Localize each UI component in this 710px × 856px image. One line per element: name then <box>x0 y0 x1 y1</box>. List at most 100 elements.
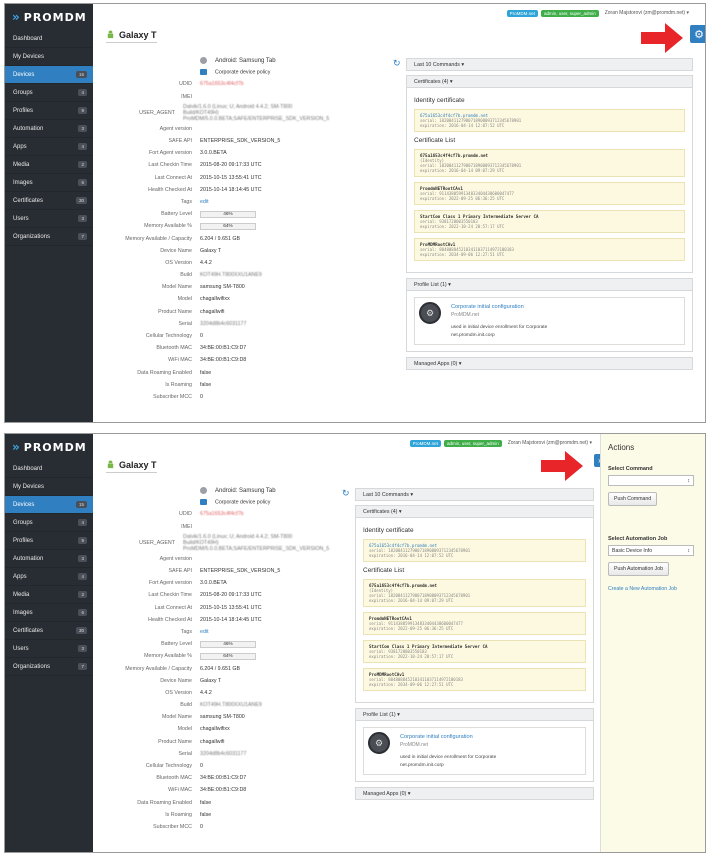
detail-row: USER_AGENT Dalvik/1.6.0 (Linux; U; Androi… <box>93 103 329 123</box>
detail-value: 0 <box>200 393 203 400</box>
certificates-accordion[interactable]: Certificates (4) ▾ <box>355 505 594 518</box>
sidebar-item-devices[interactable]: Devices 15 <box>5 66 93 84</box>
push-job-button[interactable]: Push Automation Job <box>608 562 670 576</box>
detail-label: Build <box>180 702 192 709</box>
sidebar-item-apps[interactable]: Apps 4 <box>5 138 93 156</box>
sidebar-item-automation[interactable]: Automation 3 <box>5 550 93 568</box>
cert-expiration: expiration: 2022-10-24 20:57:17 UTC <box>369 654 454 659</box>
detail-row: Device Name Galaxy T <box>93 675 293 687</box>
sidebar-item-count: 3 <box>78 125 87 132</box>
sidebar-item-count: 30 <box>75 197 87 204</box>
create-job-link[interactable]: Create a New Automation Job <box>608 586 698 592</box>
sidebar-item-devices[interactable]: Devices 15 <box>5 496 93 514</box>
detail-row: Subscriber MCC 0 <box>93 391 293 403</box>
sidebar-item-organizations[interactable]: Organizations 7 <box>5 228 93 246</box>
sidebar-item-dashboard[interactable]: Dashboard <box>5 30 93 48</box>
profile-card[interactable]: ⚙ Corporate initial configuration ProMDM.n… <box>363 727 586 775</box>
cert-item: PromdmNETRootCAv1 serial: 911438059913483… <box>414 182 685 205</box>
sidebar-item-count: 3 <box>78 215 87 222</box>
profiles-accordion[interactable]: Profile List (1) ▾ <box>355 708 594 721</box>
profile-info: Corporate initial configuration ProMDM.ne… <box>400 732 540 770</box>
sidebar-item-users[interactable]: Users 3 <box>5 640 93 658</box>
detail-label: Subscriber MCC <box>153 393 192 400</box>
sidebar-item-dashboard[interactable]: Dashboard <box>5 460 93 478</box>
profile-name[interactable]: Corporate initial configuration <box>400 734 540 740</box>
detail-row: Is Roaming false <box>93 809 293 821</box>
edit-tags-link[interactable]: edit <box>200 629 209 635</box>
sidebar-item-organizations[interactable]: Organizations 7 <box>5 658 93 676</box>
detail-row: Battery Level 46% <box>93 208 293 220</box>
cert-item: StartCom Class 1 Primary Intermediate Se… <box>414 210 685 233</box>
briefcase-icon <box>200 69 207 76</box>
sidebar-item-media[interactable]: Media 2 <box>5 586 93 604</box>
sidebar-item-certificates[interactable]: Certificates 30 <box>5 192 93 210</box>
sidebar-item-groups[interactable]: Groups 4 <box>5 84 93 102</box>
refresh-icon[interactable]: ↻ <box>393 58 401 69</box>
sidebar-item-label: My Devices <box>13 483 45 490</box>
edit-tags-link[interactable]: edit <box>200 199 209 205</box>
sidebar-item-profiles[interactable]: Profiles 9 <box>5 532 93 550</box>
sidebar-item-label: Profiles <box>13 537 34 544</box>
sidebar-item-profiles[interactable]: Profiles 9 <box>5 102 93 120</box>
detail-row: Serial 3204d8b4c6031177 <box>93 318 293 330</box>
select-command-dropdown[interactable]: ↕ <box>608 475 694 486</box>
commands-accordion[interactable]: Last 10 Commands ▾ <box>406 58 693 71</box>
sidebar-item-count: 2 <box>78 161 87 168</box>
detail-row: WiFi MAC 34:BE:00:B1:C9:D8 <box>93 354 293 366</box>
sidebar-item-media[interactable]: Media 2 <box>5 156 93 174</box>
detail-value: 6.204 / 9.651 GB <box>200 665 241 672</box>
detail-label: Device Name <box>160 247 192 254</box>
detail-label: Last Connect At <box>154 604 192 611</box>
detail-value: KOT49H.T800XXU1ANE9 <box>200 272 262 279</box>
detail-row: WiFi MAC 34:BE:00:B1:C9:D8 <box>93 784 293 796</box>
profile-org: ProMDM.net <box>400 742 429 748</box>
logo[interactable]: » PROMDM <box>5 434 93 460</box>
logo-mark: » <box>12 440 21 454</box>
logo[interactable]: » PROMDM <box>5 4 93 30</box>
user-name: Zoran Majstorovi (zm@promdm.net) <box>604 10 686 16</box>
managed-apps-accordion[interactable]: Managed Apps (0) ▾ <box>355 787 594 800</box>
detail-row: Last Connect At 2015-10-15 13:55:41 UTC <box>93 602 293 614</box>
sidebar-item-automation[interactable]: Automation 3 <box>5 120 93 138</box>
push-command-button[interactable]: Push Command <box>608 492 658 506</box>
detail-value: 4.4.2 <box>200 689 212 696</box>
sidebar-item-users[interactable]: Users 3 <box>5 210 93 228</box>
detail-label: SAFE API <box>168 138 192 145</box>
sidebar-item-groups[interactable]: Groups 4 <box>5 514 93 532</box>
profile-card[interactable]: ⚙ Corporate initial configuration ProMDM.n… <box>414 297 685 345</box>
detail-value: 3.0.0.BETA <box>200 150 227 157</box>
user-menu[interactable]: Zoran Majstorovi (zm@promdm.net) ▾ <box>508 440 592 446</box>
detail-row: IMEI <box>93 521 293 533</box>
detail-label: Build <box>180 272 192 279</box>
certificates-accordion[interactable]: Certificates (4) ▾ <box>406 75 693 88</box>
select-arrows-icon: ↕ <box>687 547 690 554</box>
detail-label: Health Checked At <box>148 616 192 623</box>
detail-label: Subscriber MCC <box>153 823 192 830</box>
sidebar-item-count: 4 <box>78 573 87 580</box>
detail-label: Cellular Technology <box>145 333 192 340</box>
sidebar-item-my-devices[interactable]: My Devices <box>5 48 93 66</box>
sidebar-item-apps[interactable]: Apps 4 <box>5 568 93 586</box>
profiles-accordion[interactable]: Profile List (1) ▾ <box>406 278 693 291</box>
sidebar-item-certificates[interactable]: Certificates 30 <box>5 622 93 640</box>
profile-name[interactable]: Corporate initial configuration <box>451 304 591 310</box>
android-icon <box>107 30 114 39</box>
detail-value: KOT49H.T800XXU1ANE9 <box>200 702 262 709</box>
refresh-icon[interactable]: ↻ <box>342 488 350 499</box>
sidebar-item-images[interactable]: Images 6 <box>5 174 93 192</box>
sidebar-item-images[interactable]: Images 6 <box>5 604 93 622</box>
select-job-dropdown[interactable]: Basic Device Info ↕ <box>608 545 694 556</box>
cert-expiration: expiration: 2016-04-14 12:07:52 UTC <box>420 123 505 128</box>
commands-accordion[interactable]: Last 10 Commands ▾ <box>355 488 594 501</box>
gear-icon[interactable]: ⚙ <box>690 25 705 43</box>
detail-value: Galaxy T <box>200 247 222 254</box>
logo-mark: » <box>12 10 21 24</box>
sidebar-item-count: 9 <box>78 537 87 544</box>
managed-apps-accordion[interactable]: Managed Apps (0) ▾ <box>406 357 693 370</box>
detail-row: OS Version 4.4.2 <box>93 257 293 269</box>
cert-expiration: expiration: 2016-04-14 12:07:52 UTC <box>369 553 454 558</box>
user-menu[interactable]: Zoran Majstorovi (zm@promdm.net) ▾ <box>605 10 689 16</box>
sidebar-item-my-devices[interactable]: My Devices <box>5 478 93 496</box>
android-icon <box>107 460 114 469</box>
device-header-row: Android: Samsung Tab <box>93 484 293 496</box>
